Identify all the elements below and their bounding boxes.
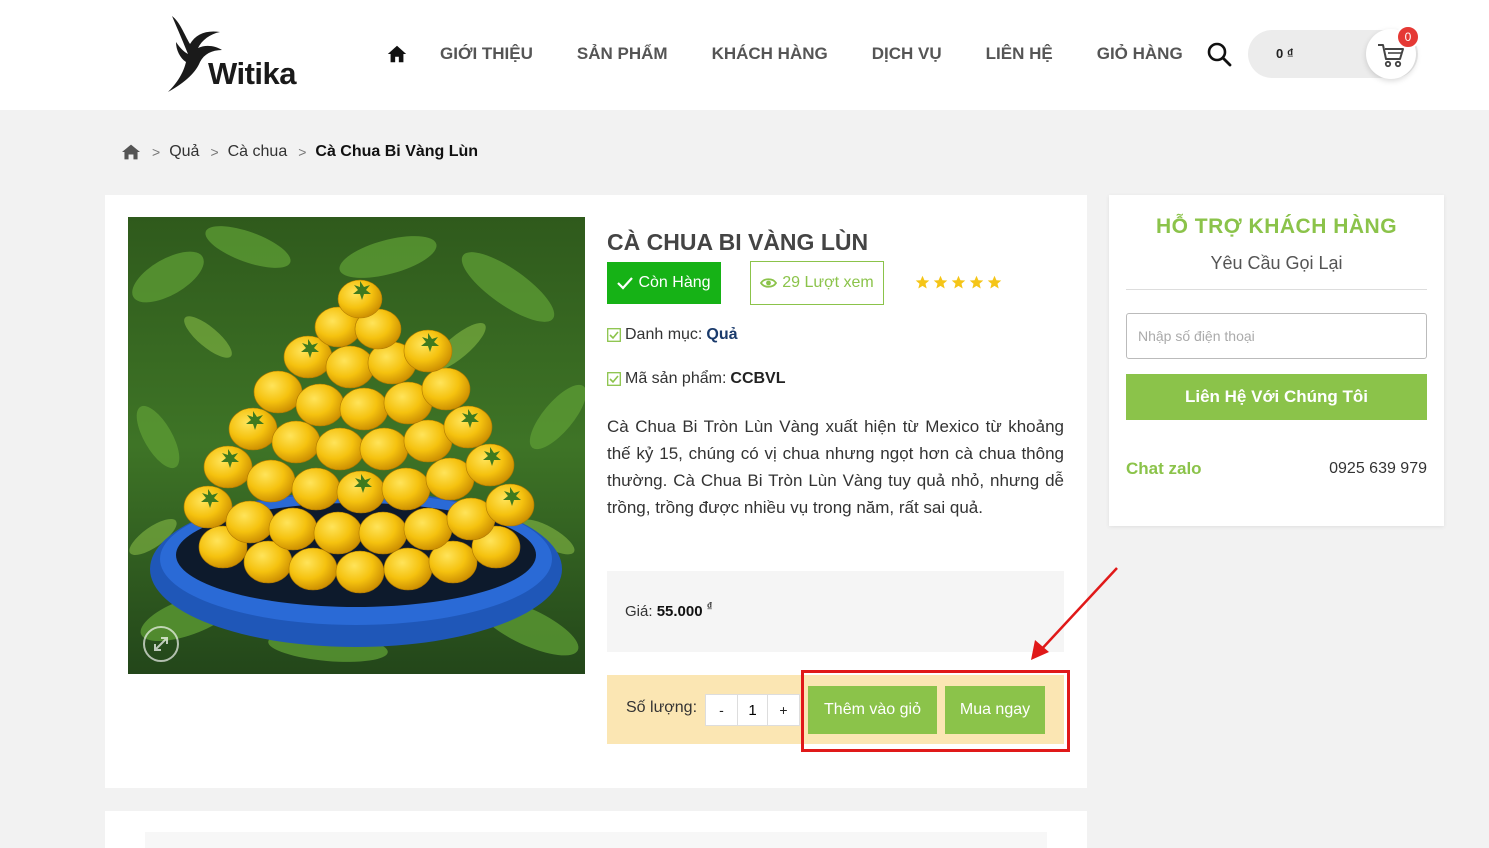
cart-count-badge: 0 xyxy=(1396,25,1420,49)
chat-zalo-link[interactable]: Chat zalo xyxy=(1126,459,1202,479)
quantity-decrease-button[interactable]: - xyxy=(706,695,737,725)
views-count-label: 29 Lượt xem xyxy=(782,274,874,291)
nav-item-khach-hang[interactable]: KHÁCH HÀNG xyxy=(712,44,828,64)
stock-status-badge: Còn Hàng xyxy=(607,262,721,304)
yellow-tomatoes-photo xyxy=(128,217,585,674)
annotation-highlight-box xyxy=(801,670,1070,752)
breadcrumb-current: Cà Chua Bi Vàng Lùn xyxy=(315,143,479,160)
nav-item-dich-vu[interactable]: DỊCH VỤ xyxy=(872,44,942,64)
site-header: Witika GIỚI THIỆU SẢN PHẨM KHÁCH HÀNG DỊ… xyxy=(0,0,1489,110)
breadcrumb-link-ca-chua[interactable]: Cà chua xyxy=(228,143,288,161)
star-icon xyxy=(969,275,984,289)
product-image[interactable] xyxy=(128,217,585,674)
search-icon[interactable] xyxy=(1206,41,1232,67)
checkbox-checked-icon xyxy=(607,328,621,342)
breadcrumb-separator: > xyxy=(152,144,161,160)
nav-item-san-pham[interactable]: SẢN PHẨM xyxy=(577,44,668,64)
price-label: Giá: xyxy=(625,603,653,620)
nav-item-lien-he[interactable]: LIÊN HỆ xyxy=(986,44,1053,64)
quantity-input[interactable] xyxy=(737,695,768,725)
product-title: CÀ CHUA BI VÀNG LÙN xyxy=(607,229,869,255)
sku-label: Mã sản phẩm: xyxy=(625,370,727,387)
star-icon xyxy=(915,275,930,289)
views-badge: 29 Lượt xem xyxy=(750,261,884,305)
quantity-stepper: - + xyxy=(705,694,800,726)
sku-value: CCBVL xyxy=(730,370,786,387)
star-icon xyxy=(951,275,966,289)
contact-us-button[interactable]: Liên Hệ Với Chúng Tôi xyxy=(1126,374,1427,420)
cart-widget[interactable]: 0 ₫ xyxy=(1248,29,1418,79)
main-nav: GIỚI THIỆU SẢN PHẨM KHÁCH HÀNG DỊCH VỤ L… xyxy=(386,40,1227,68)
category-value[interactable]: Quả xyxy=(706,326,737,344)
breadcrumb-separator: > xyxy=(298,144,307,160)
check-icon xyxy=(617,277,634,290)
expand-icon[interactable] xyxy=(142,625,180,663)
price-value: 55.000 xyxy=(656,603,703,620)
quantity-increase-button[interactable]: + xyxy=(768,695,799,725)
breadcrumb-home-icon[interactable] xyxy=(121,143,141,161)
product-description: Cà Chua Bi Tròn Lùn Vàng xuất hiện từ Me… xyxy=(607,417,1064,517)
details-tab-bar xyxy=(145,832,1047,848)
logo-text: Witika xyxy=(208,56,297,91)
annotation-arrow-icon xyxy=(1031,567,1118,660)
cart-total: 0 ₫ xyxy=(1276,46,1294,61)
product-details-section xyxy=(105,811,1087,848)
price-currency: ₫ xyxy=(706,601,713,613)
star-icon xyxy=(987,275,1002,289)
quantity-label: Số lượng: xyxy=(626,699,698,716)
price-box: Giá: 55.000 ₫ xyxy=(607,571,1064,652)
star-icon xyxy=(933,275,948,289)
breadcrumb-separator: > xyxy=(210,144,219,160)
nav-item-gio-hang[interactable]: GIỎ HÀNG xyxy=(1097,44,1183,64)
phone-input[interactable] xyxy=(1126,313,1427,359)
product-sku: Mã sản phẩm: CCBVL xyxy=(607,370,786,388)
nav-item-gioi-thieu[interactable]: GIỚI THIỆU xyxy=(440,44,533,64)
price-row: Giá: 55.000 ₫ xyxy=(625,601,712,620)
hotline-number: 0925 639 979 xyxy=(1329,460,1427,477)
product-category: Danh mục: Quả xyxy=(607,326,738,344)
rating-stars xyxy=(915,275,1002,290)
stock-status-label: Còn Hàng xyxy=(638,274,711,291)
logo[interactable]: Witika xyxy=(162,12,312,98)
support-title: HỖ TRỢ KHÁCH HÀNG xyxy=(1155,215,1398,238)
customer-support-card: HỖ TRỢ KHÁCH HÀNG Yêu Cầu Gọi Lại Liên H… xyxy=(1109,195,1444,526)
divider xyxy=(1126,289,1427,290)
home-icon[interactable] xyxy=(386,43,408,65)
category-label: Danh mục: xyxy=(625,326,703,343)
support-subtitle: Yêu Cầu Gọi Lại xyxy=(1210,253,1343,273)
checkbox-checked-icon xyxy=(607,372,621,386)
breadcrumb-link-qua[interactable]: Quả xyxy=(169,143,199,161)
breadcrumb: > Quả > Cà chua > Cà Chua Bi Vàng Lùn xyxy=(121,143,478,161)
eye-icon xyxy=(760,278,778,288)
